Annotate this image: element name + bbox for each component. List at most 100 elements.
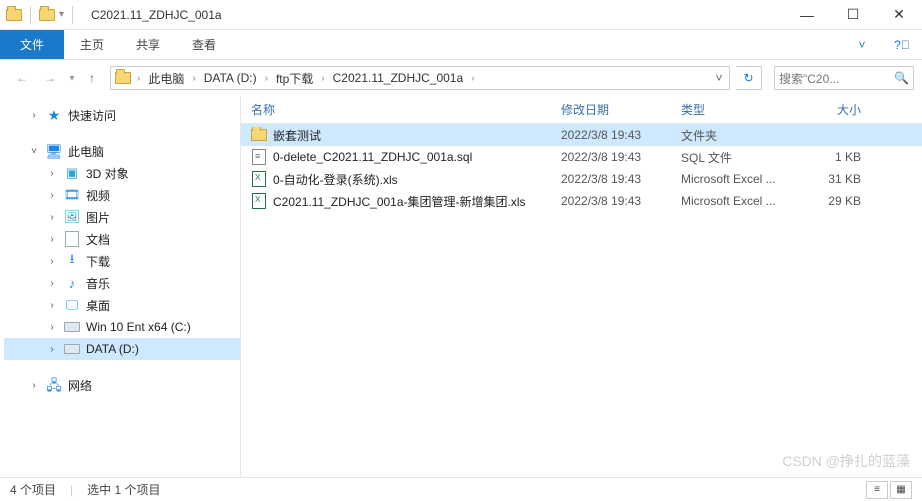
chevron-right-icon[interactable]: ›: [46, 190, 58, 201]
sidebar-item-documents[interactable]: › 文档: [4, 228, 240, 250]
column-header-name[interactable]: 名称: [241, 101, 551, 118]
folder-icon: [251, 129, 267, 141]
sidebar-item-drive-d[interactable]: › DATA (D:): [4, 338, 240, 360]
chevron-right-icon[interactable]: ›: [263, 73, 270, 84]
sidebar-item-music[interactable]: › ♪ 音乐: [4, 272, 240, 294]
refresh-button[interactable]: ↻: [736, 66, 762, 90]
back-button[interactable]: ←: [8, 64, 36, 92]
chevron-right-icon[interactable]: ›: [46, 278, 58, 289]
sidebar-item-network[interactable]: › 🖧 网络: [4, 374, 240, 396]
file-type-cell: Microsoft Excel ...: [671, 194, 791, 208]
help-button[interactable]: ?⃝: [882, 30, 922, 59]
music-icon: ♪: [64, 276, 80, 291]
navigation-pane[interactable]: › ★ 快速访问 ˅ 🖥 此电脑 › ▣ 3D 对象 › 🎞 视频 › 🖼 图片…: [0, 96, 241, 477]
sidebar-item-videos[interactable]: › 🎞 视频: [4, 184, 240, 206]
tab-file[interactable]: 文件: [0, 30, 64, 59]
details-view-button[interactable]: ≡: [866, 481, 888, 499]
chevron-right-icon[interactable]: ›: [46, 212, 58, 223]
breadcrumb[interactable]: DATA (D:): [198, 67, 263, 89]
sidebar-item-label: DATA (D:): [86, 342, 139, 356]
chevron-right-icon[interactable]: ›: [190, 73, 197, 84]
chevron-right-icon[interactable]: ›: [46, 344, 58, 355]
folder-open-icon[interactable]: [39, 9, 55, 21]
chevron-down-icon[interactable]: ˅: [28, 146, 40, 157]
file-name-cell[interactable]: 0-delete_C2021.11_ZDHJC_001a.sql: [241, 149, 551, 165]
file-name-label: 嵌套测试: [273, 127, 321, 144]
history-dropdown[interactable]: ▾: [64, 64, 80, 92]
separator: [72, 6, 73, 24]
icons-view-button[interactable]: ▦: [890, 481, 912, 499]
file-list-pane: 名称 修改日期 类型 大小 嵌套测试2022/3/8 19:43文件夹0-del…: [241, 96, 922, 477]
chevron-right-icon[interactable]: ›: [319, 73, 326, 84]
file-size-cell: 1 KB: [791, 150, 871, 164]
sidebar-item-label: 下载: [86, 253, 110, 270]
downloads-icon: ⭳: [64, 250, 80, 272]
chevron-right-icon[interactable]: ›: [135, 73, 142, 84]
breadcrumb[interactable]: C2021.11_ZDHJC_001a: [327, 67, 470, 89]
file-type-cell: SQL 文件: [671, 149, 791, 166]
excel-icon: [251, 171, 267, 187]
sidebar-item-label: 快速访问: [68, 107, 116, 124]
chevron-down-icon[interactable]: ▾: [59, 9, 64, 20]
folder-icon: [111, 72, 135, 84]
close-button[interactable]: ✕: [876, 0, 922, 30]
forward-button[interactable]: →: [36, 64, 64, 92]
chevron-right-icon[interactable]: ›: [46, 322, 58, 333]
file-name-cell[interactable]: 0-自动化-登录(系统).xls: [241, 171, 551, 188]
column-header-size[interactable]: 大小: [791, 101, 871, 118]
nav-buttons: ← → ▾ ↑: [8, 64, 104, 92]
file-date-cell: 2022/3/8 19:43: [551, 172, 671, 186]
chevron-right-icon[interactable]: ›: [28, 110, 40, 121]
up-button[interactable]: ↑: [80, 66, 104, 90]
file-row[interactable]: 嵌套测试2022/3/8 19:43文件夹: [241, 124, 922, 146]
chevron-right-icon[interactable]: ›: [28, 380, 40, 391]
tab-share[interactable]: 共享: [120, 30, 176, 59]
file-name-label: C2021.11_ZDHJC_001a-集团管理-新增集团.xls: [273, 193, 526, 210]
search-input[interactable]: 搜索"C20... 🔍: [774, 66, 914, 90]
file-row[interactable]: 0-delete_C2021.11_ZDHJC_001a.sql2022/3/8…: [241, 146, 922, 168]
file-icon: [251, 149, 267, 165]
tab-home[interactable]: 主页: [64, 30, 120, 59]
sidebar-item-3d-objects[interactable]: › ▣ 3D 对象: [4, 162, 240, 184]
folder-icon: [6, 9, 22, 21]
star-icon: ★: [46, 108, 62, 122]
desktop-icon: 🖵: [64, 297, 80, 313]
chevron-right-icon[interactable]: ›: [46, 234, 58, 245]
chevron-right-icon[interactable]: ›: [46, 256, 58, 267]
file-name-cell[interactable]: C2021.11_ZDHJC_001a-集团管理-新增集团.xls: [241, 193, 551, 210]
drive-icon: [64, 344, 80, 354]
pictures-icon: 🖼: [64, 209, 80, 225]
column-header-type[interactable]: 类型: [671, 101, 791, 118]
chevron-right-icon[interactable]: ›: [46, 300, 58, 311]
status-bar: 4 个项目 | 选中 1 个项目 ≡ ▦: [0, 477, 922, 501]
status-selection: 选中 1 个项目: [87, 481, 160, 498]
sidebar-item-quick-access[interactable]: › ★ 快速访问: [4, 104, 240, 126]
sidebar-item-label: 视频: [86, 187, 110, 204]
file-name-cell[interactable]: 嵌套测试: [241, 127, 551, 144]
title-bar: ▾ C2021.11_ZDHJC_001a — ☐ ✕: [0, 0, 922, 30]
address-dropdown[interactable]: ˅: [709, 71, 729, 85]
file-type-cell: Microsoft Excel ...: [671, 172, 791, 186]
sidebar-item-desktop[interactable]: › 🖵 桌面: [4, 294, 240, 316]
ribbon-collapse-button[interactable]: ˅: [842, 30, 882, 59]
column-header-date[interactable]: 修改日期: [551, 101, 671, 118]
breadcrumb[interactable]: 此电脑: [142, 67, 190, 89]
sidebar-item-this-pc[interactable]: ˅ 🖥 此电脑: [4, 140, 240, 162]
breadcrumb[interactable]: ftp下载: [270, 67, 319, 89]
file-row[interactable]: C2021.11_ZDHJC_001a-集团管理-新增集团.xls2022/3/…: [241, 190, 922, 212]
sidebar-item-label: 图片: [86, 209, 110, 226]
file-name-label: 0-delete_C2021.11_ZDHJC_001a.sql: [273, 150, 472, 164]
sidebar-item-drive-c[interactable]: › Win 10 Ent x64 (C:): [4, 316, 240, 338]
file-row[interactable]: 0-自动化-登录(系统).xls2022/3/8 19:43Microsoft …: [241, 168, 922, 190]
chevron-right-icon[interactable]: ›: [46, 168, 58, 179]
maximize-button[interactable]: ☐: [830, 0, 876, 30]
sidebar-item-pictures[interactable]: › 🖼 图片: [4, 206, 240, 228]
tab-view[interactable]: 查看: [176, 30, 232, 59]
sidebar-item-downloads[interactable]: › ⭳ 下载: [4, 250, 240, 272]
status-item-count: 4 个项目: [10, 481, 56, 498]
address-bar[interactable]: › 此电脑 › DATA (D:) › ftp下载 › C2021.11_ZDH…: [110, 66, 730, 90]
chevron-right-icon[interactable]: ›: [469, 73, 476, 84]
minimize-button[interactable]: —: [784, 0, 830, 30]
column-headers[interactable]: 名称 修改日期 类型 大小: [241, 96, 922, 124]
body-split: › ★ 快速访问 ˅ 🖥 此电脑 › ▣ 3D 对象 › 🎞 视频 › 🖼 图片…: [0, 96, 922, 477]
